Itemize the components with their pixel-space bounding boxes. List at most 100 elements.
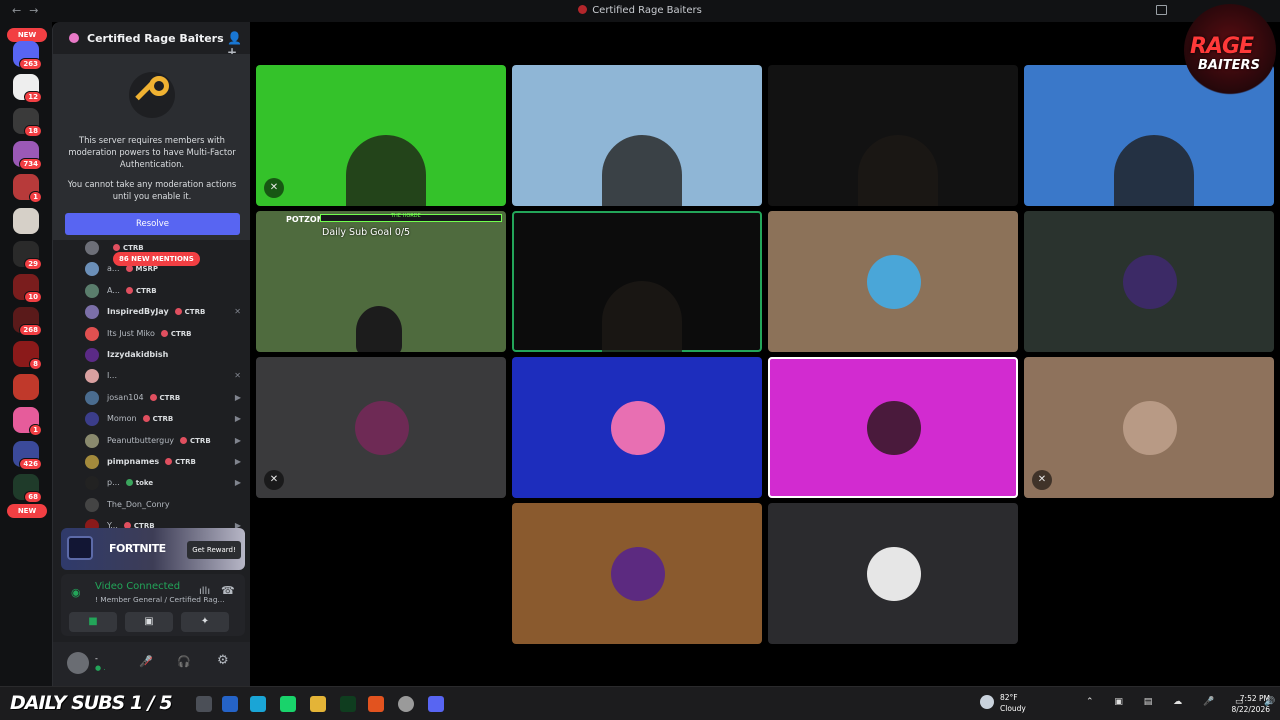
app-icon-1[interactable]: [222, 696, 238, 712]
avatar[interactable]: [67, 652, 89, 674]
task-view-icon[interactable]: [196, 696, 212, 712]
server-icon[interactable]: 1: [13, 407, 42, 437]
obs-icon[interactable]: [398, 696, 414, 712]
server-icon[interactable]: 68: [13, 473, 42, 503]
member-name: Its Just Miko CTRB: [107, 328, 192, 338]
participant-tile[interactable]: ✕: [256, 65, 506, 206]
participant-tile[interactable]: [512, 503, 762, 644]
participant-tile[interactable]: [1024, 211, 1274, 352]
avatar: [85, 476, 99, 491]
member-row[interactable]: Peanutbutterguy CTRB ▶: [85, 433, 245, 449]
voice-status-icon: ▶: [234, 392, 241, 402]
mention-badge: 10: [24, 291, 42, 304]
new-mentions-pill[interactable]: 86 NEW MENTIONS: [113, 252, 200, 266]
camera-icon[interactable]: ■: [69, 612, 117, 632]
participant-tile[interactable]: [512, 211, 762, 352]
sub-goal-overlay: Daily Sub Goal 0/5: [322, 227, 411, 238]
voice-panel: ◉ Video Connected ! Member General / Cer…: [61, 574, 245, 636]
participant-tile[interactable]: [768, 503, 1018, 644]
kick-icon[interactable]: [280, 696, 296, 712]
participant-tile[interactable]: ✕: [256, 357, 506, 498]
avatar: [85, 241, 99, 255]
participant-tile[interactable]: [768, 65, 1018, 206]
promo-banner[interactable]: FORTNITE Get Reward!: [61, 528, 245, 570]
discord-window: ←→ Certified Rage Baiters NEW 263 12 18 734…: [0, 0, 1280, 720]
server-icon[interactable]: 29: [13, 240, 42, 270]
resolve-button[interactable]: Resolve: [65, 213, 240, 235]
member-row[interactable]: Izzydakidbish: [85, 347, 245, 363]
voice-status[interactable]: Video Connected: [95, 581, 180, 592]
screen-share-icon[interactable]: ▣: [125, 612, 173, 632]
chevron-down-icon[interactable]: ⌄: [193, 30, 201, 40]
participant-tile[interactable]: [768, 211, 1018, 352]
new-unreads-pill-top[interactable]: NEW: [7, 28, 47, 42]
server-header[interactable]: Certified Rage Baiters ⌄ 👤+: [53, 22, 251, 59]
discord-icon[interactable]: [428, 696, 444, 712]
activities-icon[interactable]: ✦: [181, 612, 229, 632]
participant-tile[interactable]: [768, 357, 1018, 498]
signal-icon[interactable]: ◉: [71, 586, 81, 599]
participant-video: [858, 135, 938, 206]
avatar: [1123, 401, 1177, 455]
inbox-icon[interactable]: [1156, 5, 1167, 15]
headphones-icon[interactable]: 🎧: [177, 655, 191, 668]
clock[interactable]: 7:52 PM 8/22/2026: [1226, 693, 1270, 715]
server-icon[interactable]: 734: [13, 140, 42, 170]
member-row[interactable]: The_Don_Conry: [85, 497, 245, 513]
server-rail: NEW 263 12 18 734 1 29 10 268 8 1 426 68 NEW: [0, 22, 52, 686]
member-name: I...: [107, 371, 117, 381]
server-icon[interactable]: 268: [13, 307, 42, 337]
get-reward-button[interactable]: Get Reward!: [187, 541, 241, 559]
participant-tile[interactable]: [512, 357, 762, 498]
server-icon[interactable]: 8: [13, 340, 42, 370]
avatar: [85, 262, 99, 277]
member-row[interactable]: I... ✕: [85, 368, 245, 384]
avatar: [85, 348, 99, 362]
server-icon[interactable]: 12: [13, 74, 42, 104]
server-icon[interactable]: 10: [13, 274, 42, 304]
participant-tile[interactable]: ✕: [1024, 357, 1274, 498]
stream-tile[interactable]: POTZOMBIE420THE HORDEDaily Sub Goal 0/5: [256, 211, 506, 352]
promo-game-title: FORTNITE: [109, 542, 166, 555]
member-tag: CTRB: [149, 393, 180, 402]
member-row[interactable]: p... toke ▶: [85, 475, 245, 491]
video-grid: ✕POTZOMBIE420THE HORDEDaily Sub Goal 0/5…: [250, 22, 1280, 686]
mic-muted-icon: ✕: [264, 470, 284, 490]
mention-badge: 68: [24, 490, 42, 503]
member-row[interactable]: InspiredByJay CTRB ✕: [85, 304, 245, 320]
avatar: [85, 497, 99, 512]
avatar: [85, 519, 99, 528]
voice-status-icon: ✕: [234, 307, 241, 317]
member-row[interactable]: A... CTRB: [85, 283, 245, 299]
gear-icon[interactable]: ⚙: [217, 653, 229, 668]
new-unreads-pill-bottom[interactable]: NEW: [7, 504, 47, 518]
member-name: Izzydakidbish: [107, 350, 169, 359]
participant-video: [356, 306, 402, 352]
noise-suppression-icon[interactable]: ıllı: [199, 586, 210, 597]
participant-tile[interactable]: [512, 65, 762, 206]
server-icon[interactable]: [13, 207, 39, 234]
disconnect-icon[interactable]: ☎: [221, 584, 235, 597]
server-icon[interactable]: 263: [13, 41, 42, 70]
user-panel: - ● . 🎤̸ 🎧 ⚙: [53, 642, 251, 686]
weather-temp: 82°F: [1000, 693, 1018, 702]
member-row[interactable]: josan104 CTRB ▶: [85, 390, 245, 406]
member-name: josan104 CTRB: [107, 392, 181, 402]
folder-icon[interactable]: [310, 696, 326, 712]
server-icon[interactable]: [13, 374, 39, 400]
brave-icon[interactable]: [368, 696, 384, 712]
avatar: [85, 433, 99, 448]
member-row[interactable]: Its Just Miko CTRB: [85, 326, 245, 342]
avatar: [85, 369, 99, 384]
member-row[interactable]: Momon CTRB ▶: [85, 411, 245, 427]
avatar: [611, 547, 665, 601]
member-row[interactable]: Y... CTRB ▶: [85, 518, 245, 528]
edge-icon[interactable]: [250, 696, 266, 712]
mic-muted-icon[interactable]: 🎤̸: [139, 655, 153, 668]
server-icon[interactable]: 426: [13, 440, 42, 470]
member-row[interactable]: pimpnames CTRB ▶: [85, 454, 245, 470]
participant-video: [1114, 135, 1194, 206]
app-icon-2[interactable]: [340, 696, 356, 712]
server-icon[interactable]: 1: [13, 174, 42, 204]
server-icon[interactable]: 18: [13, 107, 42, 137]
